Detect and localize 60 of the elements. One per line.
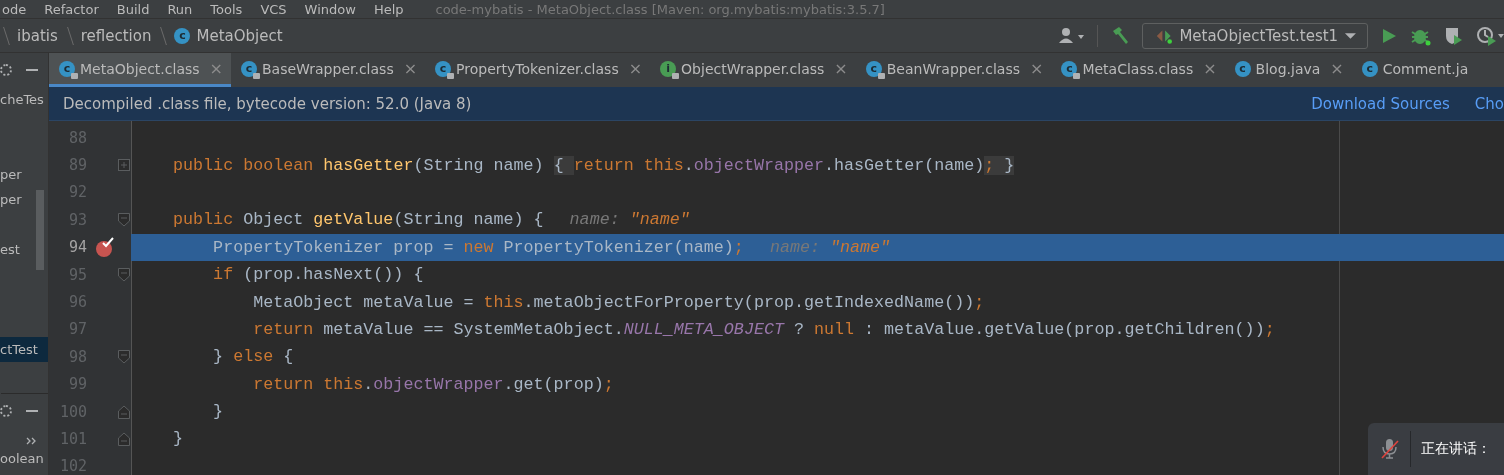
editor-tab[interactable]: c Comment.ja [1351,53,1477,87]
user-icon[interactable] [1059,26,1085,45]
code-line: } [172,429,184,449]
muted-microphone-icon[interactable] [1380,438,1400,460]
clock-icon[interactable] [1476,25,1504,46]
code-line: return metaValue == SystemMetaObject.NULL_META_OBJECT ? null : metaValue.getValue(prop.getChildren()); [252,319,1275,339]
menu-item[interactable]: Build [116,1,150,17]
breadcrumb[interactable]: reflection [80,26,152,45]
code-line: } [212,402,224,422]
window-title: code-mybatis - MetaObject.class [Maven: org.mybatis:mybatis:3.5.7] [435,1,885,17]
breadcrumb[interactable]: ibatis [17,26,58,45]
menu-item[interactable]: VCS [260,1,287,17]
fold-icon[interactable] [118,349,130,364]
fold-end-icon[interactable] [118,404,130,419]
class-icon: c [174,27,191,44]
menu-item[interactable]: Tools [210,1,243,17]
tree-item[interactable]: est [0,237,20,262]
notification-text: 正在讲话： [1421,440,1491,458]
editor-tab[interactable]: c MetaClass.class × [1051,53,1225,87]
breakpoint-icon[interactable] [95,236,117,259]
menu-item[interactable]: ode [2,1,27,17]
tree-item[interactable]: oolean [0,450,44,468]
banner-message: Decompiled .class file, bytecode version: 52.0 (Java 8) [63,94,472,113]
hammer-icon[interactable] [1110,25,1130,46]
menu-item[interactable]: Run [167,1,193,17]
code-line: PropertyTokenizer prop = new PropertyTokenizer(name); name: "name" [212,237,891,257]
tree-item[interactable]: cheTes [0,87,44,112]
banner-link[interactable]: Download Sources [1311,94,1450,113]
tree-item[interactable]: ctTest [0,337,48,362]
menu-item[interactable]: Refactor [44,1,99,17]
settings-icon[interactable] [0,64,12,76]
scrollbar-thumb[interactable] [36,190,44,270]
code-line: public boolean hasGetter(String name) { return this.objectWrapper.hasGetter(name); } [172,155,1015,175]
menu-item[interactable]: Window [304,1,356,17]
tree-item[interactable]: per [0,187,22,212]
code-line: } else { [212,347,294,367]
banner-link[interactable]: Cho [1474,94,1504,113]
breadcrumb[interactable]: MetaObject [196,26,283,45]
settings-icon[interactable] [0,405,12,417]
menu-item[interactable]: Help [373,1,404,17]
editor-tab[interactable]: c MetaObject.class × [49,53,231,87]
code-line: MetaObject metaValue = this.metaObjectForProperty(prop.getIndexedName()); [252,292,985,312]
code-line: public Object getValue(String name) { name: "name" [172,210,690,230]
run-configuration-dropdown[interactable]: MetaObjectTest.test1 [1142,22,1368,49]
tree-item[interactable]: per [0,162,22,187]
fold-end-icon[interactable] [118,432,130,446]
code-line: return this.objectWrapper.get(prop); [252,374,614,394]
code-line: if (prop.hasNext()) { [212,265,424,285]
editor-tab[interactable]: c BeanWrapper.class × [855,53,1052,87]
shield-icon[interactable] [1444,25,1464,46]
more-icon[interactable] [26,436,38,446]
editor-tab[interactable]: i ObjectWrapper.class × [650,53,856,87]
caret-icon [1344,30,1357,41]
fold-icon[interactable] [118,267,130,282]
expand-icon[interactable] [118,159,130,172]
editor-tab[interactable]: c BaseWrapper.class × [230,53,426,87]
run-icon[interactable] [1380,26,1398,45]
editor-tab[interactable]: c PropertyTokenizer.class × [425,53,651,87]
fold-icon[interactable] [118,212,130,227]
editor-tab[interactable]: c Blog.java × [1224,53,1352,87]
